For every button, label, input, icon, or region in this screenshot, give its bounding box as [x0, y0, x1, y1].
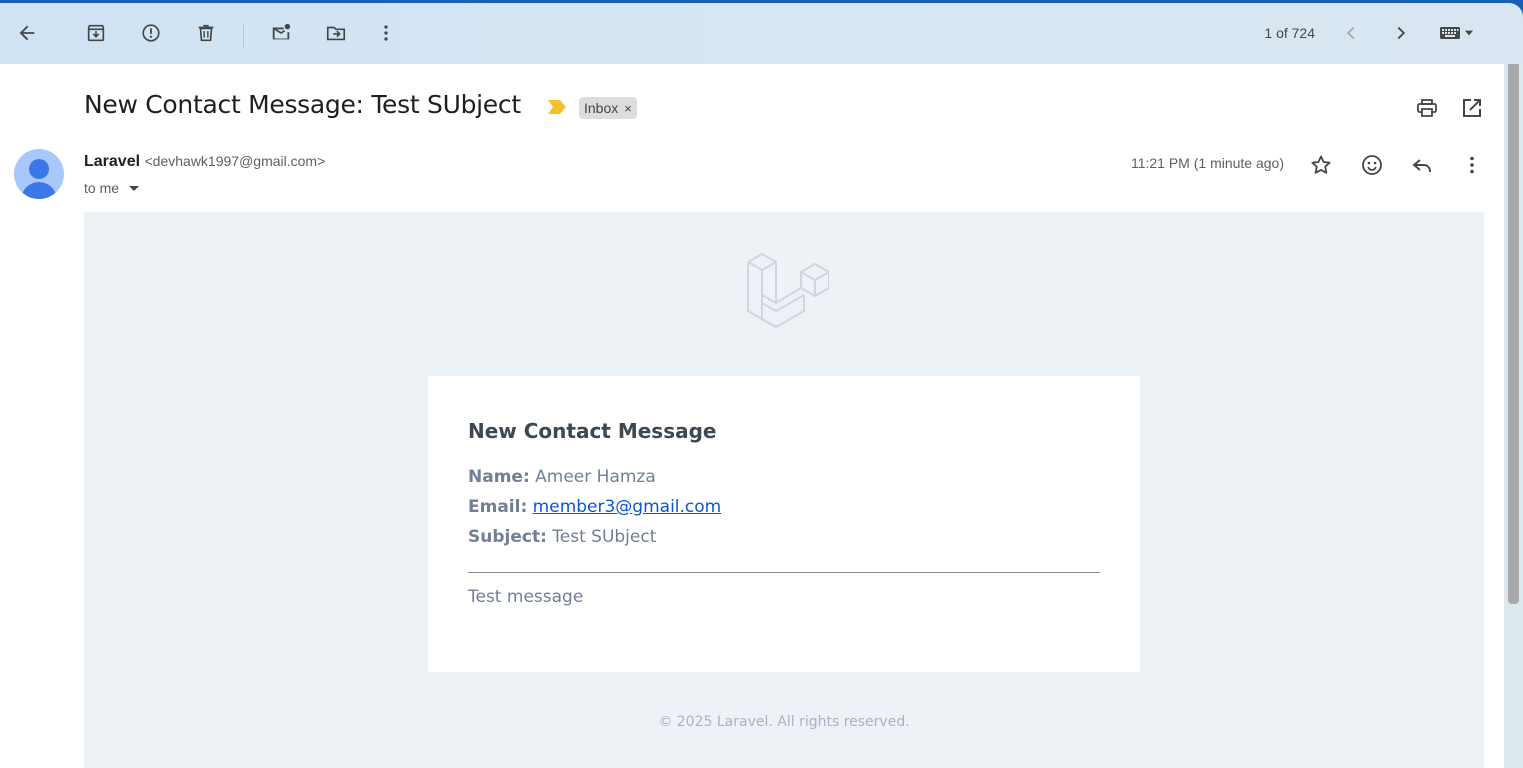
- print-all-button[interactable]: [1415, 96, 1439, 120]
- message-text: Test message: [468, 587, 584, 607]
- sender-email: <devhawk1997@gmail.com>: [144, 153, 326, 169]
- move-to-folder-icon: [326, 26, 346, 41]
- add-reaction-button[interactable]: [1359, 152, 1385, 178]
- message-time: 11:21 PM (1 minute ago): [1130, 155, 1284, 171]
- label-chip-text: Inbox: [584, 100, 619, 116]
- archive-icon: [87, 24, 105, 42]
- card-title: New Contact Message: [468, 419, 717, 443]
- move-to-button[interactable]: [317, 14, 355, 52]
- subject-field: Subject: Test SUbject: [468, 527, 656, 547]
- gmail-window: 1 of 724 New Contact Message: Test SUbje…: [0, 3, 1523, 768]
- back-button[interactable]: [8, 14, 46, 52]
- open-in-new-icon: [1463, 99, 1481, 117]
- importance-marker-icon[interactable]: [548, 100, 566, 114]
- sender-name[interactable]: Laravel: [84, 153, 140, 170]
- keyboard-icon: [1440, 27, 1460, 39]
- name-label: Name:: [468, 467, 530, 487]
- trash-icon: [198, 24, 214, 42]
- scrollbar-thumb[interactable]: [1508, 64, 1519, 604]
- email-body: New Contact Message Name: Ameer Hamza Em…: [84, 212, 1484, 768]
- older-button[interactable]: [1382, 14, 1420, 52]
- scrollbar[interactable]: [1504, 64, 1523, 768]
- email-subject: New Contact Message: Test SUbject: [84, 90, 521, 119]
- mark-unread-button[interactable]: [262, 14, 300, 52]
- star-button[interactable]: [1308, 152, 1334, 178]
- card-divider: [468, 572, 1100, 573]
- remove-label-button[interactable]: ×: [624, 101, 632, 116]
- email-footer: © 2025 Laravel. All rights reserved.: [658, 714, 910, 730]
- subject-label: Subject:: [468, 527, 547, 547]
- avatar-body: [21, 182, 57, 199]
- laravel-logo-icon: [747, 253, 829, 328]
- delete-button[interactable]: [187, 14, 225, 52]
- archive-button[interactable]: [77, 14, 115, 52]
- arrow-left-icon: [19, 25, 35, 41]
- recipient-details-toggle[interactable]: to me: [84, 180, 140, 196]
- report-spam-icon: [142, 24, 160, 42]
- message-toolbar: 1 of 724: [0, 3, 1523, 64]
- message-card: New Contact Message Name: Ameer Hamza Em…: [428, 376, 1140, 672]
- more-vert-icon: [1470, 156, 1474, 174]
- newer-button[interactable]: [1332, 14, 1370, 52]
- sender-line: Laravel <devhawk1997@gmail.com>: [84, 153, 325, 171]
- sender-avatar[interactable]: [14, 149, 64, 199]
- recipient-text: to me: [84, 180, 120, 196]
- avatar-head: [29, 159, 49, 179]
- more-actions-button[interactable]: [367, 14, 405, 52]
- pager-count: 1 of 724: [1264, 25, 1315, 41]
- email-field: Email: member3@gmail.com: [468, 497, 721, 517]
- email-link[interactable]: member3@gmail.com: [533, 497, 722, 517]
- emoji-icon: [1362, 155, 1382, 175]
- chevron-right-icon: [1397, 26, 1406, 40]
- input-tools-button[interactable]: [1430, 14, 1484, 52]
- caret-down-icon: [1464, 30, 1474, 36]
- name-value: Ameer Hamza: [535, 467, 656, 487]
- chevron-left-icon: [1346, 26, 1355, 40]
- name-field: Name: Ameer Hamza: [468, 467, 656, 487]
- reply-icon: [1412, 159, 1431, 172]
- reply-button[interactable]: [1409, 152, 1435, 178]
- mark-unread-icon: [272, 23, 291, 40]
- print-icon: [1417, 99, 1437, 117]
- star-icon: [1311, 155, 1331, 174]
- subject-value: Test SUbject: [552, 527, 657, 547]
- caret-down-icon: [129, 185, 140, 191]
- label-chip-inbox[interactable]: Inbox ×: [579, 97, 637, 119]
- toolbar-divider: [243, 23, 244, 49]
- report-spam-button[interactable]: [132, 14, 170, 52]
- open-new-window-button[interactable]: [1460, 96, 1484, 120]
- message-more-button[interactable]: [1459, 152, 1485, 178]
- email-label: Email:: [468, 497, 528, 517]
- reading-pane: New Contact Message: Test SUbject Inbox …: [0, 64, 1504, 768]
- more-vert-icon: [384, 25, 388, 41]
